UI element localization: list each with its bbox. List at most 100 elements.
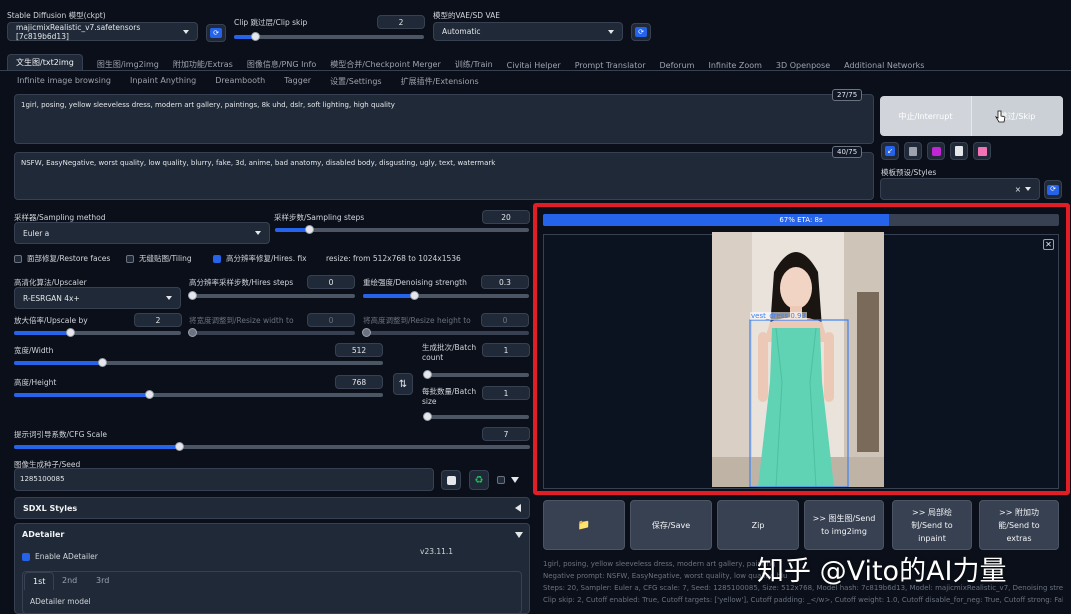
generated-image[interactable] xyxy=(712,232,884,487)
save-button[interactable]: 保存/Save xyxy=(630,500,712,550)
skip-button[interactable]: 跳过/Skip xyxy=(972,96,1063,136)
adetailer-tab-2nd[interactable]: 2nd xyxy=(62,576,77,585)
enable-adetailer-checkbox[interactable] xyxy=(22,552,30,561)
slider-thumb[interactable] xyxy=(410,291,419,300)
interrupt-button[interactable]: 中止/Interrupt xyxy=(880,96,972,136)
sdxl-styles-accordion[interactable]: SDXL Styles xyxy=(14,497,530,519)
resize-width-slider[interactable] xyxy=(188,328,355,337)
apply-style-button[interactable] xyxy=(950,142,968,160)
restore-faces-option[interactable]: 面部修复/Restore faces xyxy=(14,253,110,264)
negative-prompt-input[interactable]: NSFW, EasyNegative, worst quality, low q… xyxy=(14,152,874,200)
resize-height-slider[interactable] xyxy=(362,328,529,337)
cfg-scale-input[interactable]: 7 xyxy=(482,427,530,441)
adetailer-tab-3rd[interactable]: 3rd xyxy=(96,576,109,585)
zip-button[interactable]: Zip xyxy=(717,500,799,550)
denoising-slider[interactable] xyxy=(363,291,529,300)
sampling-steps-input[interactable]: 20 xyxy=(482,210,530,224)
slider-thumb[interactable] xyxy=(305,225,315,234)
refresh-styles-button[interactable]: ⟳ xyxy=(1044,180,1062,199)
tiling-option[interactable]: 无缝贴图/Tiling xyxy=(126,253,192,264)
batch-count-slider[interactable] xyxy=(423,370,529,379)
tab-extensions[interactable]: 扩展插件/Extensions xyxy=(401,76,479,87)
slider-thumb[interactable] xyxy=(423,412,432,421)
tab-png-info[interactable]: 图像信息/PNG Info xyxy=(247,59,316,70)
chevron-down-icon[interactable] xyxy=(515,532,523,538)
tab-civitai-helper[interactable]: Civitai Helper xyxy=(507,61,561,70)
save-style-button[interactable] xyxy=(973,142,991,160)
clear-prompt-button[interactable] xyxy=(904,142,922,160)
extra-networks-button[interactable] xyxy=(927,142,945,160)
slider-thumb[interactable] xyxy=(188,291,197,300)
sampling-steps-slider[interactable] xyxy=(275,225,529,234)
tab-infinite-image-browsing[interactable]: Infinite image browsing xyxy=(17,76,111,87)
adetailer-tab-1st[interactable]: 1st xyxy=(24,572,55,590)
height-input[interactable]: 768 xyxy=(335,375,383,389)
batch-size-slider[interactable] xyxy=(423,412,529,421)
tab-dreambooth[interactable]: Dreambooth xyxy=(215,76,265,87)
tab-txt2img[interactable]: 文生图/txt2img xyxy=(7,54,83,70)
random-seed-button[interactable] xyxy=(441,470,461,490)
tab-inpaint-anything[interactable]: Inpaint Anything xyxy=(130,76,196,87)
resize-width-input[interactable]: 0 xyxy=(307,313,355,327)
tab-img2img[interactable]: 图生图/img2img xyxy=(97,59,159,70)
tab-checkpoint-merger[interactable]: 模型合并/Checkpoint Merger xyxy=(330,59,441,70)
send-to-extras-button[interactable]: >> 附加功能/Send to extras xyxy=(979,500,1059,550)
denoising-input[interactable]: 0.3 xyxy=(481,275,529,289)
slider-thumb[interactable] xyxy=(423,370,432,379)
swap-dimensions-button[interactable]: ⇅ xyxy=(393,373,413,395)
vae-select[interactable]: Automatic xyxy=(433,22,623,41)
resize-height-input[interactable]: 0 xyxy=(481,313,529,327)
model-select[interactable]: majicmixRealistic_v7.safetensors [7c819b… xyxy=(7,22,198,41)
hires-steps-input[interactable]: 0 xyxy=(307,275,355,289)
refresh-vae-button[interactable]: ⟳ xyxy=(631,23,651,41)
slider-thumb[interactable] xyxy=(188,328,197,337)
hires-fix-checkbox[interactable] xyxy=(213,254,221,263)
refresh-models-button[interactable]: ⟳ xyxy=(206,24,226,42)
hires-steps-slider[interactable] xyxy=(188,291,355,300)
send-to-inpaint-button[interactable]: >> 局部绘制/Send to inpaint xyxy=(892,500,972,550)
tab-extras[interactable]: 附加功能/Extras xyxy=(173,59,233,70)
hires-fix-option[interactable]: 高分辨率修复/Hires. fix xyxy=(213,253,307,264)
slider-thumb[interactable] xyxy=(251,32,260,41)
tab-infinite-zoom[interactable]: Infinite Zoom xyxy=(708,61,761,70)
upscale-by-slider[interactable] xyxy=(14,328,181,337)
cfg-scale-slider[interactable] xyxy=(14,442,530,451)
tab-prompt-translator[interactable]: Prompt Translator xyxy=(575,61,646,70)
open-folder-button[interactable]: 📁 xyxy=(543,500,625,550)
width-slider[interactable] xyxy=(14,358,383,367)
slider-thumb[interactable] xyxy=(98,358,107,367)
tab-3d-openpose[interactable]: 3D Openpose xyxy=(776,61,830,70)
tab-additional-networks[interactable]: Additional Networks xyxy=(844,61,924,70)
slider-thumb[interactable] xyxy=(362,328,371,337)
slider-thumb[interactable] xyxy=(66,328,75,337)
clip-skip-input[interactable]: 2 xyxy=(377,15,425,29)
tiling-checkbox[interactable] xyxy=(126,254,134,263)
tab-settings[interactable]: 设置/Settings xyxy=(330,76,382,87)
tab-train[interactable]: 训练/Train xyxy=(455,59,493,70)
clip-skip-slider[interactable] xyxy=(234,32,424,41)
tab-tagger[interactable]: Tagger xyxy=(284,76,311,87)
close-icon[interactable]: ✕ xyxy=(1043,239,1054,250)
positive-prompt-input[interactable]: 1girl, posing, yellow sleeveless dress, … xyxy=(14,94,874,144)
batch-count-input[interactable]: 1 xyxy=(482,343,530,357)
upscale-by-input[interactable]: 2 xyxy=(134,313,182,327)
reuse-seed-button[interactable]: ♻ xyxy=(469,470,489,490)
slider-thumb[interactable] xyxy=(145,390,154,399)
adetailer-title[interactable]: ADetailer xyxy=(22,530,64,539)
enable-adetailer-option[interactable]: Enable ADetailer xyxy=(22,552,98,561)
extra-seed-checkbox[interactable] xyxy=(497,476,505,484)
batch-size-input[interactable]: 1 xyxy=(482,386,530,400)
styles-select[interactable]: × xyxy=(880,178,1040,200)
paste-params-button[interactable]: ↙ xyxy=(881,142,899,160)
restore-faces-checkbox[interactable] xyxy=(14,254,22,263)
send-to-img2img-button[interactable]: >> 图生图/Send to img2img xyxy=(804,500,884,550)
seed-input[interactable]: 1285100085 xyxy=(14,468,434,491)
close-icon[interactable]: × xyxy=(1015,185,1021,194)
width-input[interactable]: 512 xyxy=(335,343,383,357)
upscaler-select[interactable]: R-ESRGAN 4x+ xyxy=(14,287,181,309)
height-slider[interactable] xyxy=(14,390,383,399)
slider-thumb[interactable] xyxy=(175,442,184,451)
sampling-method-select[interactable]: Euler a xyxy=(14,222,270,244)
tab-deforum[interactable]: Deforum xyxy=(660,61,695,70)
expand-seed-icon[interactable] xyxy=(511,477,519,483)
